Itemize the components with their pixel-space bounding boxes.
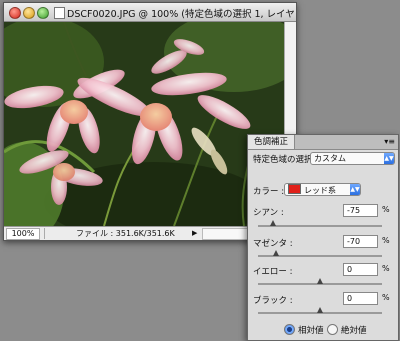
preset-dropdown[interactable]: カスタム ▲▼ — [310, 152, 395, 165]
tab-adjustments[interactable]: 色調補正 — [248, 135, 296, 149]
orchid-photo — [4, 22, 284, 226]
dropdown-arrow-icon: ▲▼ — [384, 153, 394, 164]
minimize-window-button[interactable] — [23, 7, 35, 19]
adjustment-heading: 特定色域の選択 — [253, 155, 313, 165]
cyan-label: シアン : — [253, 208, 284, 218]
close-window-button[interactable] — [9, 7, 21, 19]
cyan-unit: % — [382, 205, 390, 214]
yellow-slider-thumb[interactable] — [317, 278, 323, 284]
magenta-unit: % — [382, 236, 390, 245]
colors-dropdown[interactable]: レッド系 ▲▼ — [284, 183, 361, 196]
yellow-label: イエロー : — [253, 267, 293, 277]
colors-label: カラー : — [253, 187, 285, 197]
relative-label: 相対値 — [298, 326, 324, 336]
black-slider-thumb[interactable] — [317, 307, 323, 313]
status-menu-arrow-icon[interactable]: ▶ — [192, 227, 197, 240]
absolute-radio[interactable] — [327, 324, 338, 335]
cyan-slider-thumb[interactable] — [270, 220, 276, 226]
status-divider — [44, 228, 45, 239]
image-canvas[interactable] — [4, 22, 284, 226]
document-title: DSCF0020.JPG @ 100% (特定色域の選択 1, レイヤ... — [67, 9, 295, 20]
zoom-level-field[interactable]: 100% — [6, 228, 40, 240]
colors-value: レッド系 — [304, 186, 336, 195]
magenta-label: マゼンタ : — [253, 239, 293, 249]
file-size-info: ファイル : 351.6K/351.6K — [76, 229, 175, 238]
yellow-unit: % — [382, 264, 390, 273]
black-input[interactable]: 0 — [343, 292, 378, 305]
relative-radio[interactable] — [284, 324, 295, 335]
black-label: ブラック : — [253, 296, 293, 306]
document-titlebar[interactable]: DSCF0020.JPG @ 100% (特定色域の選択 1, レイヤ... — [4, 3, 296, 22]
magenta-slider-thumb[interactable] — [273, 250, 279, 256]
cyan-slider-track[interactable] — [258, 225, 382, 227]
absolute-label: 絶対値 — [341, 326, 367, 336]
document-file-icon — [54, 7, 65, 19]
adjustments-panel: 色調補正 ▾≡ 特定色域の選択 カスタム ▲▼ カラー : レッド系 ▲▼ シア… — [247, 134, 399, 341]
zoom-window-button[interactable] — [37, 7, 49, 19]
panel-menu-icon[interactable]: ▾≡ — [384, 137, 395, 146]
magenta-input[interactable]: -70 — [343, 235, 378, 248]
black-unit: % — [382, 293, 390, 302]
panel-tab-row: 色調補正 ▾≡ — [248, 135, 398, 150]
red-swatch — [288, 184, 301, 194]
cyan-input[interactable]: -75 — [343, 204, 378, 217]
preset-value: カスタム — [314, 154, 346, 163]
yellow-input[interactable]: 0 — [343, 263, 378, 276]
dropdown-arrow-icon: ▲▼ — [350, 184, 360, 195]
